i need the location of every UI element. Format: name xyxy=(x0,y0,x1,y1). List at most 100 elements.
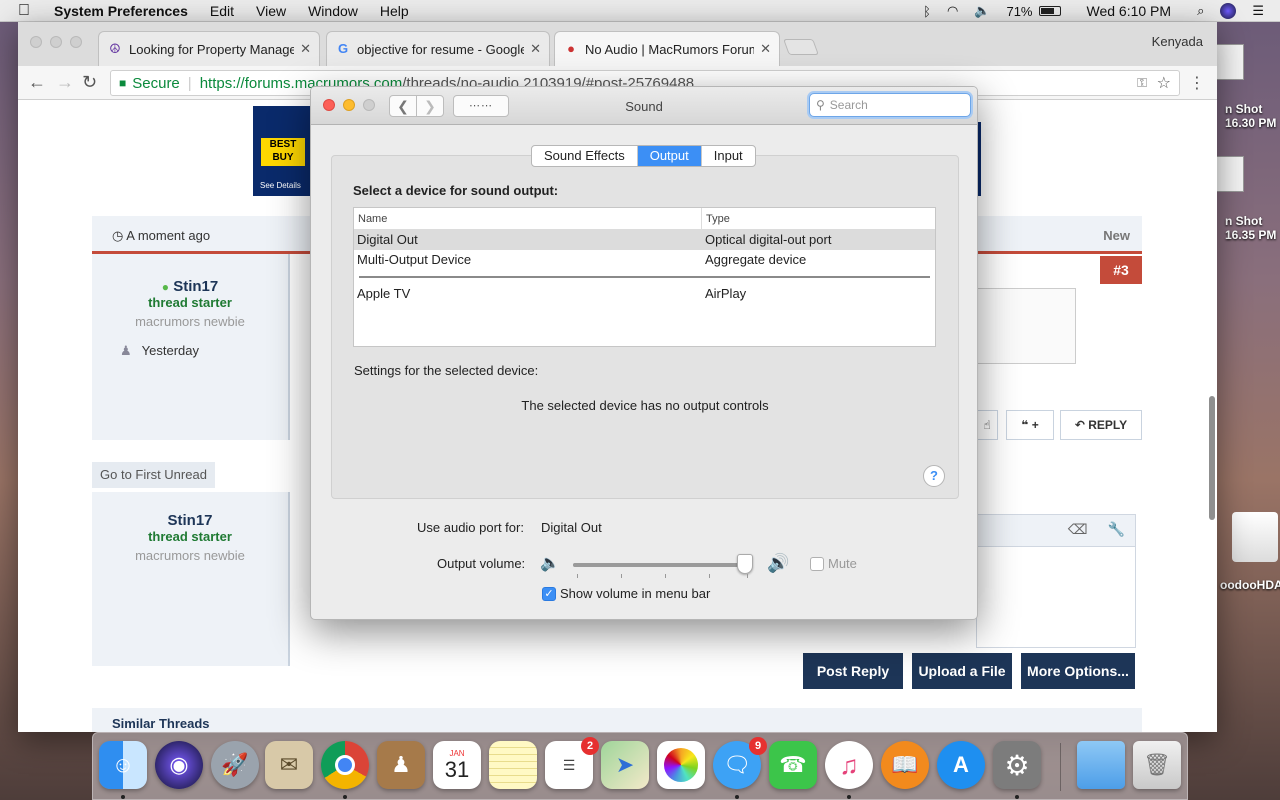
like-button[interactable]: ☝ xyxy=(976,410,998,440)
clock[interactable]: Wed 6:10 PM xyxy=(1087,3,1172,19)
maps-icon[interactable]: ➤ xyxy=(601,741,649,789)
adblock-icon[interactable]: ⚿ xyxy=(1137,75,1147,91)
reply-user-panel: Stin17 thread starter macrumors newbie xyxy=(92,492,290,666)
trash-icon[interactable]: 🗑 xyxy=(1133,741,1181,789)
chrome-icon[interactable] xyxy=(321,741,369,789)
close-tab-icon[interactable]: ✕ xyxy=(530,41,541,57)
launchpad-icon[interactable]: 🚀 xyxy=(211,741,259,789)
volume-menu-icon[interactable]: 🔈 xyxy=(974,3,990,19)
desktop-file-label[interactable]: n Shot 16.30 PM xyxy=(1225,102,1276,130)
browser-tab-active[interactable]: ● No Audio | MacRumors Forums ✕ xyxy=(554,31,780,66)
system-preferences-icon[interactable]: ⚙ xyxy=(993,741,1041,789)
facetime-icon[interactable]: ☎ xyxy=(769,741,817,789)
running-indicator xyxy=(847,795,851,799)
zoom-window-button[interactable] xyxy=(70,36,82,48)
lock-icon: ■ xyxy=(119,76,127,90)
search-field[interactable]: ⚲ Search xyxy=(809,93,971,117)
downloads-folder-icon[interactable] xyxy=(1077,741,1125,789)
volume-slider-knob[interactable] xyxy=(737,554,754,574)
post-number[interactable]: #3 xyxy=(1100,256,1142,284)
tab-input[interactable]: Input xyxy=(702,146,755,166)
close-window-button[interactable] xyxy=(30,36,42,48)
column-header-name[interactable]: Name xyxy=(358,213,387,225)
column-header-type[interactable]: Type xyxy=(706,213,730,225)
calendar-icon[interactable]: JAN 31 xyxy=(433,741,481,789)
tab-sound-effects[interactable]: Sound Effects xyxy=(532,146,638,166)
menu-window[interactable]: Window xyxy=(308,3,358,19)
calendar-day: 31 xyxy=(444,756,470,782)
mute-checkbox[interactable] xyxy=(810,557,824,571)
chrome-menu-icon[interactable]: ⋮ xyxy=(1189,73,1205,93)
table-row[interactable]: Digital Out Optical digital-out port xyxy=(354,230,935,250)
post-reply-button[interactable]: Post Reply xyxy=(803,653,903,689)
spotlight-icon[interactable]: ⌕ xyxy=(1197,3,1204,19)
menu-app-name[interactable]: System Preferences xyxy=(54,3,188,19)
tab-output[interactable]: Output xyxy=(637,146,702,166)
menu-help[interactable]: Help xyxy=(380,3,409,19)
sound-preferences-window: ❮ ❯ ⋯⋯ Sound ⚲ Search Sound Effects Outp… xyxy=(310,86,978,620)
bluetooth-icon[interactable]: ᛒ xyxy=(923,4,931,19)
disk-icon[interactable] xyxy=(1232,512,1278,562)
app-store-icon[interactable]: A xyxy=(937,741,985,789)
quote-button[interactable]: ❝ + xyxy=(1006,410,1054,440)
reply-button[interactable]: ↶ REPLY xyxy=(1060,410,1142,440)
username[interactable]: Stin17 xyxy=(92,512,288,529)
forward-icon[interactable]: → xyxy=(56,72,74,93)
upload-file-button[interactable]: Upload a File xyxy=(912,653,1012,689)
menu-view[interactable]: View xyxy=(256,3,286,19)
ad-banner[interactable]: BEST BUY See Details xyxy=(253,106,313,196)
output-volume-slider[interactable] xyxy=(573,563,749,567)
page-scrollbar[interactable] xyxy=(1209,396,1215,520)
more-options-button[interactable]: More Options... xyxy=(1021,653,1135,689)
select-device-label: Select a device for sound output: xyxy=(353,183,559,198)
bookmark-star-icon[interactable]: ☆ xyxy=(1157,73,1171,93)
close-tab-icon[interactable]: ✕ xyxy=(760,41,771,57)
contacts-icon[interactable]: ♟ xyxy=(377,741,425,789)
help-button[interactable]: ? xyxy=(923,465,945,487)
device-type: AirPlay xyxy=(705,286,747,301)
volume-high-icon: 🔊 xyxy=(767,553,790,573)
show-volume-checkbox[interactable]: ✓ xyxy=(542,587,556,601)
divider: | xyxy=(187,74,192,92)
photos-icon[interactable] xyxy=(657,741,705,789)
secure-label: Secure xyxy=(132,74,180,92)
ibooks-icon[interactable]: 📖 xyxy=(881,741,929,789)
desktop-file-label[interactable]: n Shot 16.35 PM xyxy=(1225,214,1276,242)
slider-tick xyxy=(665,574,666,578)
notification-center-icon[interactable]: ☰ xyxy=(1252,3,1264,19)
reload-icon[interactable]: ↻ xyxy=(82,72,97,93)
notes-icon[interactable] xyxy=(489,741,537,789)
slider-tick xyxy=(621,574,622,578)
close-tab-icon[interactable]: ✕ xyxy=(300,41,311,57)
menu-edit[interactable]: Edit xyxy=(210,3,234,19)
eraser-icon[interactable]: ⌫ xyxy=(1068,521,1088,537)
itunes-icon[interactable]: ♫ xyxy=(825,741,873,789)
browser-tab[interactable]: ☮ Looking for Property Manager ✕ xyxy=(98,31,320,66)
table-row[interactable]: Apple TV AirPlay xyxy=(354,284,935,304)
dock: ☺ ◉ 🚀 ✉ ♟ JAN 31 ☰ 2 ➤ 🗨 9 ☎ ♫ 📖 A ⚙ 🗑 xyxy=(92,732,1188,800)
siri-menu-icon[interactable] xyxy=(1220,3,1237,19)
disk-label[interactable]: oodooHDA. xyxy=(1220,578,1280,592)
browser-tab[interactable]: G objective for resume - Google ✕ xyxy=(326,31,550,66)
username[interactable]: ● Stin17 xyxy=(92,278,288,295)
siri-icon[interactable]: ◉ xyxy=(155,741,203,789)
reply-editor[interactable]: ⌫ 🔧 xyxy=(976,514,1136,648)
post-timestamp[interactable]: ◷ A moment ago xyxy=(112,228,210,244)
new-tab-button[interactable] xyxy=(783,39,819,55)
quote-icon: ❝ xyxy=(1021,418,1029,432)
battery-percent[interactable]: 71% xyxy=(1006,4,1032,19)
finder-icon[interactable]: ☺ xyxy=(99,741,147,789)
running-indicator xyxy=(735,795,739,799)
wrench-icon[interactable]: 🔧 xyxy=(1108,521,1125,537)
battery-icon[interactable] xyxy=(1038,6,1061,16)
apple-menu-icon[interactable]:  xyxy=(18,2,36,20)
back-icon[interactable]: ← xyxy=(28,72,46,93)
minimize-window-button[interactable] xyxy=(50,36,62,48)
wifi-icon[interactable]: ◠ xyxy=(947,3,958,19)
go-to-first-unread-button[interactable]: Go to First Unread xyxy=(92,462,215,488)
profile-name[interactable]: Kenyada xyxy=(1152,34,1203,49)
device-name: Apple TV xyxy=(357,286,411,301)
mail-icon[interactable]: ✉ xyxy=(265,741,313,789)
user-rank: macrumors newbie xyxy=(135,314,245,329)
table-row[interactable]: Multi-Output Device Aggregate device xyxy=(354,250,935,270)
